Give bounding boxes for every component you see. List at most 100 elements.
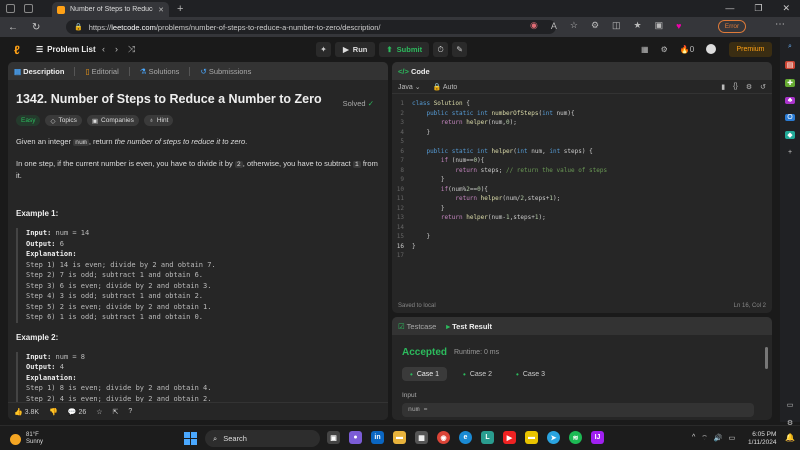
sidebar-toggle-icon[interactable]: ▭ [785,401,795,409]
notes-icon[interactable]: ✎ [452,42,468,57]
meet-icon[interactable]: ● [349,431,362,444]
close-tab-icon[interactable]: ✕ [158,6,164,14]
favorite-star-icon[interactable]: ☆ [570,20,578,31]
test-scrollbar[interactable] [765,347,768,369]
thumbs-up-icon: 👍 [14,408,23,416]
settings-icon[interactable]: ⚙ [746,83,752,91]
problem-list-button[interactable]: ☰ Problem List [36,45,96,54]
edge-icon[interactable]: e [459,431,472,444]
linkedin-icon[interactable]: in [371,431,384,444]
refresh-icon[interactable]: ↻ [32,22,40,33]
extension-icon[interactable]: ◉ [530,20,538,31]
companies-tag[interactable]: ▣ Companies [86,115,139,126]
case-tab[interactable]: • Case 2 [455,367,500,381]
debug-icon[interactable]: ✦ [316,42,331,57]
comments-button[interactable]: 💬 26 [68,408,86,416]
notification-bell-icon[interactable]: 🔔 [785,433,795,442]
next-problem-icon[interactable]: › [115,44,118,55]
prev-problem-icon[interactable]: ‹ [102,44,105,55]
task-view-icon[interactable]: ▣ [327,431,340,444]
timer-icon[interactable]: ⏱ [433,42,449,57]
settings-gear-icon[interactable]: ⚙ [661,45,668,54]
layout-icon[interactable]: ▦ [641,45,649,54]
file-explorer-icon[interactable]: ▬ [393,431,406,444]
tab-code[interactable]: </> Code [398,67,430,76]
avatar[interactable] [706,44,717,54]
volume-icon[interactable]: 🔊 [714,434,723,443]
back-arrow-icon[interactable]: ← [8,22,18,33]
tab-solutions[interactable]: ⚗ Solutions [140,67,180,76]
bookmark-icon[interactable]: ▮ [721,83,725,91]
difficulty-badge[interactable]: Easy [16,115,41,126]
read-aloud-icon[interactable]: A [551,21,557,31]
games-icon[interactable]: ♣ [785,97,795,104]
windows-taskbar: 81°F Sunny ⌕ Search ▣ ● in ▬ ▦ ◉ e L ▶ ▬ … [0,425,800,450]
tab-description[interactable]: ▤ Description [14,67,64,76]
add-icon[interactable]: + [785,149,795,156]
split-screen-icon[interactable]: ◫ [612,20,621,31]
taskbar-search[interactable]: ⌕ Search [205,430,320,447]
maximize-icon[interactable]: ❐ [754,3,762,14]
tab-testcase[interactable]: ☑ Testcase [398,322,436,331]
scroll-up-arrow[interactable]: ▲ [387,144,388,150]
start-windows-icon[interactable] [184,432,197,445]
profile-error-button[interactable]: Error [718,20,746,33]
format-braces-icon[interactable]: {} [733,83,738,91]
lens-icon[interactable]: L [481,431,494,444]
taskbar-clock[interactable]: 6:05 PM 1/11/2024 [748,431,776,447]
weather-widget[interactable]: 81°F Sunny [10,432,43,446]
more-menu-icon[interactable]: ⋯ [775,19,785,30]
battery-icon[interactable]: ▭ [729,434,736,443]
streak-fire-icon[interactable]: 🔥0 [680,45,694,54]
close-window-icon[interactable]: ✕ [782,3,790,14]
case-tab[interactable]: • Case 3 [508,367,553,381]
collections-icon[interactable]: ▣ [655,20,664,31]
tab-submissions[interactable]: ↺ Submissions [200,67,251,76]
youtube-icon[interactable]: ▶ [503,431,516,444]
comment-icon: 💬 [67,408,77,416]
chevron-up-icon[interactable]: ^ [692,434,695,443]
shuffle-icon[interactable]: ⤨ [128,44,135,55]
url-field[interactable]: 🔒 https://leetcode.com/problems/number-o… [66,20,556,34]
chrome-icon[interactable]: ◉ [437,431,450,444]
workspaces-icon[interactable] [6,4,15,13]
notes-icon[interactable]: ▬ [525,431,538,444]
tab-test-result[interactable]: ▸ Test Result [446,322,492,331]
dislike-icon[interactable]: 👎 [49,408,58,416]
new-tab-button[interactable]: + [177,3,183,15]
minimize-icon[interactable]: — [725,3,734,14]
telegram-icon[interactable]: ➤ [547,431,560,444]
like-button[interactable]: 👍 3.8K [14,408,39,416]
leetcode-logo-icon[interactable]: ℓ [14,43,20,57]
code-editor[interactable]: 1 class Solution { 2 public static int nu… [392,94,772,261]
tab-editorial[interactable]: ▯ Editorial [85,67,118,76]
wifi-icon[interactable]: ⌔ [701,434,708,443]
drop-icon[interactable]: ◆ [785,131,795,139]
favorites-icon[interactable]: ★ [634,20,642,31]
app-icon[interactable]: ▦ [415,431,428,444]
language-select[interactable]: Java ⌄ [398,83,421,91]
run-button[interactable]: ▶ Run [335,42,376,57]
topics-tag[interactable]: ◇ Topics [45,115,82,126]
help-icon[interactable]: ? [128,408,132,415]
search-icon[interactable]: ⌕ [785,43,795,51]
tab-actions-icon[interactable] [24,4,33,13]
outlook-icon[interactable]: O [785,114,795,121]
premium-button[interactable]: Premium [729,42,772,57]
shopping-icon[interactable]: ▤ [785,61,795,69]
copilot-icon[interactable]: ♥ [676,21,681,31]
auto-mode[interactable]: 🔒 Auto [433,83,458,91]
reset-icon[interactable]: ↺ [760,83,766,91]
browser-tab[interactable]: Number of Steps to Reduce a N... ✕ [52,2,169,17]
scroll-down-arrow[interactable]: ▼ [387,390,388,396]
share-icon[interactable]: ⇱ [113,408,119,416]
tools-icon[interactable]: ✚ [785,79,795,87]
case-tab[interactable]: • Case 1 [402,367,447,381]
spotify-icon[interactable]: ≋ [569,431,582,444]
hint-tag[interactable]: ♁ Hint [143,115,174,126]
tab-divider [189,66,191,76]
extensions-puzzle-icon[interactable]: ⚙ [591,20,599,31]
intellij-icon[interactable]: IJ [591,431,604,444]
favorite-star-icon[interactable]: ☆ [96,408,102,416]
submit-button[interactable]: ⬆ Submit [379,42,430,57]
